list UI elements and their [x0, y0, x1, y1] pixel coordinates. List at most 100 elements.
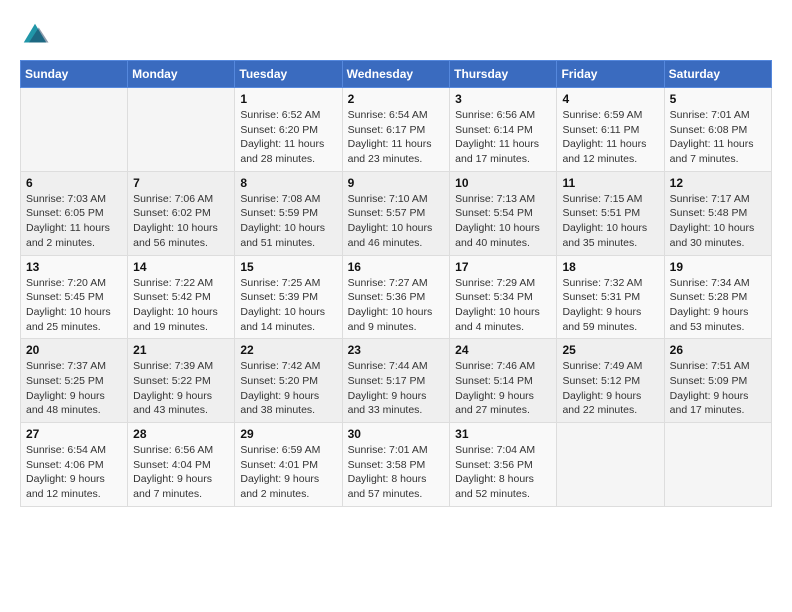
calendar-cell: 28 Sunrise: 6:56 AM Sunset: 4:04 PM Dayli…	[128, 423, 235, 507]
page: SundayMondayTuesdayWednesdayThursdayFrid…	[0, 0, 792, 517]
day-info: Sunrise: 6:52 AM Sunset: 6:20 PM Dayligh…	[240, 108, 336, 167]
day-number: 13	[26, 260, 122, 274]
day-number: 24	[455, 343, 551, 357]
day-header-monday: Monday	[128, 61, 235, 88]
calendar-cell: 5 Sunrise: 7:01 AM Sunset: 6:08 PM Daylig…	[664, 88, 771, 172]
calendar-cell: 26 Sunrise: 7:51 AM Sunset: 5:09 PM Dayli…	[664, 339, 771, 423]
calendar-cell: 19 Sunrise: 7:34 AM Sunset: 5:28 PM Dayli…	[664, 255, 771, 339]
day-number: 16	[348, 260, 445, 274]
day-number: 8	[240, 176, 336, 190]
calendar-cell	[128, 88, 235, 172]
day-number: 26	[670, 343, 766, 357]
day-number: 15	[240, 260, 336, 274]
day-number: 28	[133, 427, 229, 441]
calendar-cell: 4 Sunrise: 6:59 AM Sunset: 6:11 PM Daylig…	[557, 88, 664, 172]
day-info: Sunrise: 6:54 AM Sunset: 4:06 PM Dayligh…	[26, 443, 122, 502]
calendar-cell: 18Sunrise: 7:32 AM Sunset: 5:31 PM Dayli…	[557, 255, 664, 339]
calendar-cell: 16Sunrise: 7:27 AM Sunset: 5:36 PM Dayli…	[342, 255, 450, 339]
calendar-header-row: SundayMondayTuesdayWednesdayThursdayFrid…	[21, 61, 772, 88]
day-info: Sunrise: 7:06 AM Sunset: 6:02 PM Dayligh…	[133, 192, 229, 251]
day-info: Sunrise: 6:56 AM Sunset: 4:04 PM Dayligh…	[133, 443, 229, 502]
day-info: Sunrise: 6:59 AM Sunset: 4:01 PM Dayligh…	[240, 443, 336, 502]
day-number: 30	[348, 427, 445, 441]
day-number: 1	[240, 92, 336, 106]
day-info: Sunrise: 7:08 AM Sunset: 5:59 PM Dayligh…	[240, 192, 336, 251]
day-number: 25	[562, 343, 658, 357]
calendar-cell	[21, 88, 128, 172]
day-number: 3	[455, 92, 551, 106]
calendar-cell: 2Sunrise: 6:54 AM Sunset: 6:17 PM Daylig…	[342, 88, 450, 172]
day-info: Sunrise: 7:44 AM Sunset: 5:17 PM Dayligh…	[348, 359, 445, 418]
calendar-cell: 29Sunrise: 6:59 AM Sunset: 4:01 PM Dayli…	[235, 423, 342, 507]
day-number: 14	[133, 260, 229, 274]
day-info: Sunrise: 7:46 AM Sunset: 5:14 PM Dayligh…	[455, 359, 551, 418]
day-info: Sunrise: 7:29 AM Sunset: 5:34 PM Dayligh…	[455, 276, 551, 335]
day-info: Sunrise: 7:51 AM Sunset: 5:09 PM Dayligh…	[670, 359, 766, 418]
day-info: Sunrise: 7:49 AM Sunset: 5:12 PM Dayligh…	[562, 359, 658, 418]
day-info: Sunrise: 7:34 AM Sunset: 5:28 PM Dayligh…	[670, 276, 766, 335]
calendar-cell: 22 Sunrise: 7:42 AM Sunset: 5:20 PM Dayli…	[235, 339, 342, 423]
calendar-cell: 24 Sunrise: 7:46 AM Sunset: 5:14 PM Dayli…	[450, 339, 557, 423]
day-info: Sunrise: 6:59 AM Sunset: 6:11 PM Dayligh…	[562, 108, 658, 167]
logo-icon	[20, 20, 50, 50]
calendar-cell: 6 Sunrise: 7:03 AM Sunset: 6:05 PM Daylig…	[21, 171, 128, 255]
day-number: 17	[455, 260, 551, 274]
day-number: 11	[562, 176, 658, 190]
calendar-cell: 12 Sunrise: 7:17 AM Sunset: 5:48 PM Dayli…	[664, 171, 771, 255]
day-number: 12	[670, 176, 766, 190]
day-info: Sunrise: 7:03 AM Sunset: 6:05 PM Dayligh…	[26, 192, 122, 251]
day-number: 5	[670, 92, 766, 106]
header	[20, 20, 772, 50]
calendar-cell	[664, 423, 771, 507]
day-info: Sunrise: 7:10 AM Sunset: 5:57 PM Dayligh…	[348, 192, 445, 251]
calendar-cell: 1 Sunrise: 6:52 AM Sunset: 6:20 PM Daylig…	[235, 88, 342, 172]
day-info: Sunrise: 7:39 AM Sunset: 5:22 PM Dayligh…	[133, 359, 229, 418]
calendar-cell: 31 Sunrise: 7:04 AM Sunset: 3:56 PM Dayli…	[450, 423, 557, 507]
day-info: Sunrise: 7:01 AM Sunset: 6:08 PM Dayligh…	[670, 108, 766, 167]
calendar-cell: 7 Sunrise: 7:06 AM Sunset: 6:02 PM Daylig…	[128, 171, 235, 255]
day-number: 20	[26, 343, 122, 357]
day-info: Sunrise: 7:32 AM Sunset: 5:31 PM Dayligh…	[562, 276, 658, 335]
day-info: Sunrise: 7:04 AM Sunset: 3:56 PM Dayligh…	[455, 443, 551, 502]
day-number: 6	[26, 176, 122, 190]
day-header-tuesday: Tuesday	[235, 61, 342, 88]
calendar-week-2: 6 Sunrise: 7:03 AM Sunset: 6:05 PM Daylig…	[21, 171, 772, 255]
calendar-cell: 17 Sunrise: 7:29 AM Sunset: 5:34 PM Dayli…	[450, 255, 557, 339]
calendar-week-1: 1 Sunrise: 6:52 AM Sunset: 6:20 PM Daylig…	[21, 88, 772, 172]
calendar-cell: 21 Sunrise: 7:39 AM Sunset: 5:22 PM Dayli…	[128, 339, 235, 423]
day-info: Sunrise: 7:37 AM Sunset: 5:25 PM Dayligh…	[26, 359, 122, 418]
calendar-cell: 9Sunrise: 7:10 AM Sunset: 5:57 PM Daylig…	[342, 171, 450, 255]
day-number: 7	[133, 176, 229, 190]
calendar-cell: 14 Sunrise: 7:22 AM Sunset: 5:42 PM Dayli…	[128, 255, 235, 339]
day-header-sunday: Sunday	[21, 61, 128, 88]
calendar-cell: 8 Sunrise: 7:08 AM Sunset: 5:59 PM Daylig…	[235, 171, 342, 255]
day-number: 21	[133, 343, 229, 357]
day-header-thursday: Thursday	[450, 61, 557, 88]
calendar-cell: 15 Sunrise: 7:25 AM Sunset: 5:39 PM Dayli…	[235, 255, 342, 339]
calendar-cell: 10Sunrise: 7:13 AM Sunset: 5:54 PM Dayli…	[450, 171, 557, 255]
day-number: 31	[455, 427, 551, 441]
calendar-week-4: 20 Sunrise: 7:37 AM Sunset: 5:25 PM Dayli…	[21, 339, 772, 423]
day-number: 19	[670, 260, 766, 274]
calendar-cell: 27 Sunrise: 6:54 AM Sunset: 4:06 PM Dayli…	[21, 423, 128, 507]
day-info: Sunrise: 7:17 AM Sunset: 5:48 PM Dayligh…	[670, 192, 766, 251]
calendar-cell: 23Sunrise: 7:44 AM Sunset: 5:17 PM Dayli…	[342, 339, 450, 423]
day-header-friday: Friday	[557, 61, 664, 88]
calendar-cell: 3Sunrise: 6:56 AM Sunset: 6:14 PM Daylig…	[450, 88, 557, 172]
day-info: Sunrise: 7:25 AM Sunset: 5:39 PM Dayligh…	[240, 276, 336, 335]
day-number: 2	[348, 92, 445, 106]
day-header-saturday: Saturday	[664, 61, 771, 88]
calendar-week-5: 27 Sunrise: 6:54 AM Sunset: 4:06 PM Dayli…	[21, 423, 772, 507]
calendar-cell: 25 Sunrise: 7:49 AM Sunset: 5:12 PM Dayli…	[557, 339, 664, 423]
calendar-cell: 11Sunrise: 7:15 AM Sunset: 5:51 PM Dayli…	[557, 171, 664, 255]
day-info: Sunrise: 7:13 AM Sunset: 5:54 PM Dayligh…	[455, 192, 551, 251]
day-info: Sunrise: 7:42 AM Sunset: 5:20 PM Dayligh…	[240, 359, 336, 418]
day-number: 27	[26, 427, 122, 441]
day-info: Sunrise: 7:01 AM Sunset: 3:58 PM Dayligh…	[348, 443, 445, 502]
calendar: SundayMondayTuesdayWednesdayThursdayFrid…	[20, 60, 772, 507]
day-number: 22	[240, 343, 336, 357]
day-number: 4	[562, 92, 658, 106]
day-info: Sunrise: 7:22 AM Sunset: 5:42 PM Dayligh…	[133, 276, 229, 335]
day-info: Sunrise: 7:20 AM Sunset: 5:45 PM Dayligh…	[26, 276, 122, 335]
calendar-cell: 30 Sunrise: 7:01 AM Sunset: 3:58 PM Dayli…	[342, 423, 450, 507]
